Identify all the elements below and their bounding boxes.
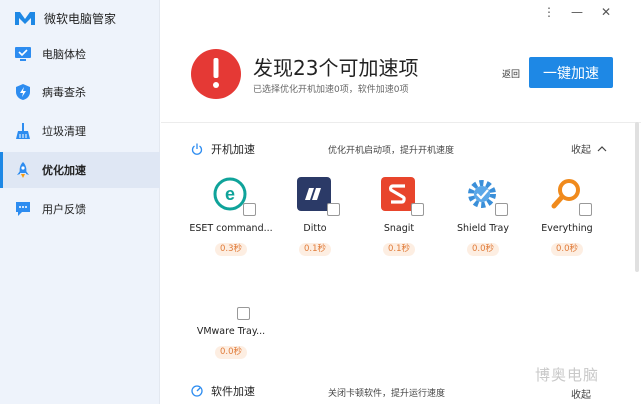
eset-icon: e [213, 177, 247, 211]
svg-text:e: e [225, 184, 235, 204]
startup-section-description: 优化开机启动项，提升开机速度 [328, 146, 455, 156]
startup-app-item: Ditto 0.1秒 [273, 177, 357, 267]
feedback-icon [14, 200, 32, 218]
sidebar-item-virus-scan[interactable]: 病毒查杀 [0, 74, 160, 110]
page-title: 发现23个可加速项 [253, 56, 419, 80]
broom-icon [14, 122, 32, 140]
app-time-badge: 0.0秒 [467, 243, 499, 256]
startup-app-item: Snagit 0.1秒 [357, 177, 441, 267]
app-time-badge: 0.0秒 [215, 346, 247, 359]
startup-collapse-toggle[interactable]: 收起 [571, 141, 607, 156]
app-time-badge: 0.1秒 [383, 243, 415, 256]
magnifier-icon [549, 177, 583, 211]
sidebar-item-label: 优化加速 [42, 164, 86, 177]
chevron-up-icon [597, 145, 607, 151]
app-name: Everything [541, 223, 593, 234]
power-icon [191, 143, 203, 155]
one-click-accelerate-button[interactable]: 一键加速 [529, 57, 613, 88]
sidebar-item-feedback[interactable]: 用户反馈 [0, 191, 160, 227]
sidebar-item-label: 垃圾清理 [42, 125, 86, 138]
back-link[interactable]: 返回 [502, 67, 520, 80]
software-collapse-toggle[interactable]: 收起 [571, 386, 591, 401]
divider [161, 122, 641, 123]
app-checkbox[interactable] [327, 203, 340, 216]
app-checkbox[interactable] [495, 203, 508, 216]
startup-app-item: e ESET command... 0.3秒 [189, 177, 273, 267]
app-checkbox[interactable] [411, 203, 424, 216]
sidebar-item-optimize[interactable]: 优化加速 [0, 152, 160, 188]
sidebar-item-pc-checkup[interactable]: 电脑体检 [0, 36, 160, 72]
app-checkbox[interactable] [243, 203, 256, 216]
watermark: 博奥电脑 [535, 366, 600, 384]
software-section-description: 关闭卡顿软件，提升运行速度 [328, 389, 446, 399]
sidebar-item-junk-cleanup[interactable]: 垃圾清理 [0, 113, 160, 149]
minimize-icon[interactable]: — [569, 4, 585, 20]
startup-app-item: Shield Tray 0.0秒 [441, 177, 525, 267]
startup-section-title: 开机加速 [211, 143, 255, 156]
software-section-title: 软件加速 [211, 385, 255, 398]
gear-icon [465, 177, 499, 211]
sidebar: 微软电脑管家 电脑体检 病毒查杀 垃圾清理 优化加速 用户反馈 [0, 0, 160, 404]
speed-icon [191, 385, 203, 397]
app-logo-icon [15, 12, 35, 25]
app-title: 微软电脑管家 [44, 11, 117, 26]
main-panel: ⋮ — ✕ 发现23个可加速项 已选择优化开机加速0项，软件加速0项 返回 一键… [161, 0, 641, 404]
sidebar-item-label: 电脑体检 [42, 48, 86, 61]
app-name: Snagit [383, 223, 415, 234]
shield-icon [14, 83, 32, 101]
app-name: Ditto [303, 223, 327, 234]
collapse-label: 收起 [571, 145, 591, 156]
app-time-badge: 0.0秒 [551, 243, 583, 256]
alert-icon [191, 49, 241, 99]
ditto-icon [297, 177, 331, 211]
app-name: Shield Tray [457, 223, 509, 234]
app-checkbox[interactable] [579, 203, 592, 216]
more-menu-icon[interactable]: ⋮ [541, 4, 557, 20]
sidebar-item-label: 病毒查杀 [42, 86, 86, 99]
close-icon[interactable]: ✕ [598, 4, 614, 20]
app-time-badge: 0.1秒 [299, 243, 331, 256]
rocket-icon [14, 161, 32, 179]
startup-app-item: VMware Tray... 0.0秒 [189, 280, 273, 370]
monitor-check-icon [14, 45, 32, 63]
sidebar-item-label: 用户反馈 [42, 203, 86, 216]
scrollbar[interactable] [635, 122, 639, 272]
app-checkbox[interactable] [237, 307, 250, 320]
app-time-badge: 0.3秒 [215, 243, 247, 256]
app-name: VMware Tray... [196, 326, 266, 337]
app-name: ESET command... [189, 223, 273, 234]
selection-summary: 已选择优化开机加速0项，软件加速0项 [253, 85, 409, 95]
snagit-icon [381, 177, 415, 211]
app-brand: 微软电脑管家 [14, 8, 116, 28]
startup-app-item: Everything 0.0秒 [525, 177, 609, 267]
